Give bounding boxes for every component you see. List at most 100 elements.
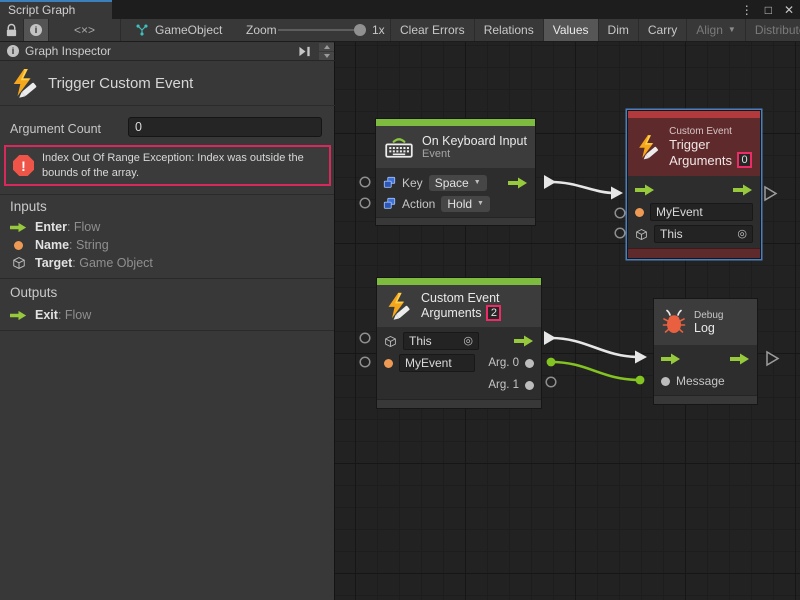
scroll-up-button[interactable] <box>319 43 334 51</box>
connection-receiver-to-debug[interactable] <box>544 331 647 364</box>
target-row: This ◎ <box>377 330 541 352</box>
down-arrow-icon <box>324 54 330 58</box>
string-port-icon[interactable] <box>635 208 644 217</box>
carry-button[interactable]: Carry <box>638 19 686 41</box>
arg1-row: Arg. 1 <box>377 374 541 396</box>
unity-script-graph-window: Script Graph ⋮ □ ✕ i <×> GameOb <box>0 0 800 600</box>
zoom-slider-handle[interactable] <box>354 24 366 36</box>
flow-output-port[interactable] <box>508 177 528 189</box>
action-label: Action <box>402 197 435 211</box>
event-name-field[interactable]: MyEvent <box>399 354 475 372</box>
lock-icon <box>5 23 18 38</box>
target-row: This ◎ <box>628 223 760 245</box>
message-label: Message <box>676 374 725 388</box>
distribute-dropdown[interactable]: Distribute▼ <box>745 19 800 41</box>
flow-row <box>628 179 760 201</box>
divider <box>0 194 334 195</box>
node-trigger-custom-event[interactable]: Custom Event Trigger Arguments 0 MyEvent <box>627 110 761 259</box>
message-input-port[interactable] <box>661 377 670 386</box>
node-title: On Keyboard Input <box>422 134 527 148</box>
flow-port-icon <box>10 222 27 233</box>
node-custom-event[interactable]: Custom Event Arguments 2 This ◎ <box>376 277 542 409</box>
connection-arg0-to-message[interactable] <box>547 358 645 385</box>
chevron-down-icon: ▼ <box>474 179 481 186</box>
key-dropdown[interactable]: Space ▼ <box>429 175 487 191</box>
maximize-icon[interactable]: □ <box>765 3 772 17</box>
enum-icon <box>383 176 396 189</box>
tab-script-graph[interactable]: Script Graph <box>0 0 112 19</box>
node-title: Custom Event <box>421 291 501 305</box>
divider <box>0 330 334 331</box>
action-row: Action Hold ▼ <box>376 193 535 214</box>
argument-count-input[interactable] <box>128 117 322 137</box>
zoom-slider-track[interactable] <box>278 29 364 31</box>
arg1-output-port[interactable] <box>525 381 534 390</box>
gameobject-selector[interactable]: GameObject <box>121 19 222 41</box>
gameobject-label: GameObject <box>155 23 222 37</box>
node-subtitle: Event <box>422 148 527 160</box>
clear-errors-button[interactable]: Clear Errors <box>390 19 474 41</box>
target-picker-icon[interactable]: ◎ <box>737 229 747 240</box>
info-icon: i <box>30 24 42 36</box>
custom-event-icon <box>636 134 661 160</box>
key-row: Key Space ▼ <box>376 172 535 193</box>
flow-output-port[interactable] <box>733 184 753 196</box>
inspector-toggle-button[interactable]: i <box>24 19 49 41</box>
graph-inspector-panel: i Graph Inspector Trigger Custom Event A <box>0 42 335 600</box>
key-label: Key <box>402 176 423 190</box>
node-footer <box>376 217 535 225</box>
output-row-exit: Exit: Flow <box>10 307 91 323</box>
script-graph-icon <box>135 23 149 37</box>
cube-icon[interactable] <box>384 335 397 348</box>
node-on-keyboard-input[interactable]: On Keyboard Input Event Key Space ▼ <box>375 118 536 226</box>
window-controls: ⋮ □ ✕ <box>741 0 794 19</box>
arg0-output-port[interactable] <box>525 359 534 368</box>
chevron-down-icon: ▼ <box>477 200 484 207</box>
arg1-label: Arg. 1 <box>488 379 519 391</box>
argument-count-badge[interactable]: 2 <box>486 305 501 321</box>
custom-event-icon <box>10 68 40 98</box>
receiver-name-port <box>360 357 370 367</box>
connection-keyboard-to-trigger[interactable] <box>544 175 623 200</box>
info-icon: i <box>7 45 19 57</box>
arg0-label: Arg. 0 <box>488 357 519 369</box>
values-button[interactable]: Values <box>543 19 598 41</box>
flow-input-port[interactable] <box>661 353 681 365</box>
argument-count-label: Argument Count <box>10 122 101 136</box>
menu-icon[interactable]: ⋮ <box>741 3 753 17</box>
node-header: Custom Event Arguments 2 <box>377 285 541 327</box>
node-kicker: Debug <box>694 310 723 321</box>
dim-button[interactable]: Dim <box>598 19 638 41</box>
zoom-label: Zoom <box>246 23 277 37</box>
target-picker-icon[interactable]: ◎ <box>463 336 473 347</box>
target-field[interactable]: This ◎ <box>654 225 753 243</box>
inputs-header: Inputs <box>10 199 47 214</box>
flow-input-port[interactable] <box>635 184 655 196</box>
keyboard-action-port <box>360 198 370 208</box>
flow-continue-markers <box>765 187 778 365</box>
target-field[interactable]: This ◎ <box>403 332 479 350</box>
code-preview-button[interactable]: <×> <box>49 19 121 41</box>
input-row-target: Target: Game Object <box>10 255 153 271</box>
node-debug-log[interactable]: Debug Log Message <box>653 298 758 405</box>
lock-button[interactable] <box>0 19 24 41</box>
action-dropdown[interactable]: Hold ▼ <box>441 196 490 212</box>
scroll-down-button[interactable] <box>319 52 334 60</box>
cube-icon[interactable] <box>635 228 648 241</box>
align-dropdown[interactable]: Align▼ <box>686 19 745 41</box>
cube-icon <box>10 256 27 270</box>
inspector-title: Trigger Custom Event <box>48 75 193 92</box>
flow-output-port[interactable] <box>514 335 534 347</box>
node-accent-bar <box>376 119 535 126</box>
argument-count-badge[interactable]: 0 <box>737 152 752 168</box>
inspector-header: i Graph Inspector <box>0 42 335 61</box>
node-footer <box>628 248 760 258</box>
graph-canvas[interactable]: On Keyboard Input Event Key Space ▼ <box>335 42 800 600</box>
flow-output-port[interactable] <box>730 353 750 365</box>
relations-button[interactable]: Relations <box>474 19 543 41</box>
event-name-row: MyEvent Arg. 0 <box>377 352 541 374</box>
string-port-icon[interactable] <box>384 359 393 368</box>
close-icon[interactable]: ✕ <box>784 3 794 17</box>
event-name-field[interactable]: MyEvent <box>650 203 753 221</box>
collapse-panel-icon[interactable] <box>298 45 312 58</box>
